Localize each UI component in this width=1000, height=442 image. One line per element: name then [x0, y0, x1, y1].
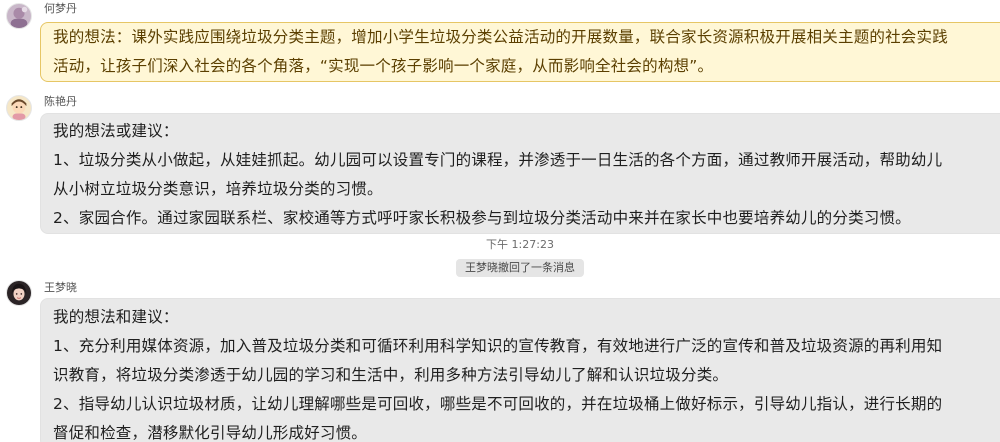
sender-name[interactable]: 王梦晓 — [44, 282, 77, 294]
message-timestamp: 下午 1:27:23 — [486, 238, 554, 251]
message-line: 我的想法或建议： — [53, 122, 179, 140]
message-line: 2、家园合作。通过家园联系栏、家校通等方式呼吁家长积极参与到垃圾分类活动中来并在… — [53, 209, 911, 227]
message-bubble[interactable]: 我的想法和建议： 1、充分利用媒体资源，加入普及垃圾分类和可循环利用科学知识的宣… — [40, 298, 1000, 442]
message-line: 我的想法和建议： — [53, 308, 179, 326]
recall-notice: 王梦晓撤回了一条消息 — [456, 259, 584, 277]
avatar-he-mengdan[interactable] — [6, 3, 32, 29]
message-bubble[interactable]: 我的想法或建议： 1、垃圾分类从小做起，从娃娃抓起。幼儿园可以设置专门的课程，并… — [40, 113, 1000, 234]
message-line: 1、垃圾分类从小做起，从娃娃抓起。幼儿园可以设置专门的课程，并渗透于一日生活的各… — [53, 151, 943, 169]
avatar-chen-yandan[interactable] — [6, 95, 32, 121]
message-line: 督促和检查，潜移默化引导幼儿形成好习惯。 — [53, 424, 368, 442]
sender-name[interactable]: 何梦丹 — [44, 3, 77, 15]
message-line: 识教育，将垃圾分类渗透于幼儿园的学习和生活中，利用多种方法引导幼儿了解和认识垃圾… — [53, 366, 729, 384]
message-line: 2、指导幼儿认识垃圾材质，让幼儿理解哪些是可回收，哪些是不可回收的，并在垃圾桶上… — [53, 395, 943, 413]
sender-name[interactable]: 陈艳丹 — [44, 96, 77, 108]
message-line: 我的想法：课外实践应围绕垃圾分类主题，增加小学生垃圾分类公益活动的开展数量，联合… — [53, 28, 948, 46]
message-line: 1、充分利用媒体资源，加入普及垃圾分类和可循环利用科学知识的宣传教育，有效地进行… — [53, 337, 943, 355]
message-line: 活动，让孩子们深入社会的各个角落，“实现一个孩子影响一个家庭，从而影响全社会的构… — [53, 57, 714, 75]
avatar-wang-mengxiao[interactable] — [6, 280, 32, 306]
message-bubble-highlighted[interactable]: 我的想法：课外实践应围绕垃圾分类主题，增加小学生垃圾分类公益活动的开展数量，联合… — [40, 22, 1000, 82]
message-line: 从小树立垃圾分类意识，培养垃圾分类的习惯。 — [53, 180, 383, 198]
